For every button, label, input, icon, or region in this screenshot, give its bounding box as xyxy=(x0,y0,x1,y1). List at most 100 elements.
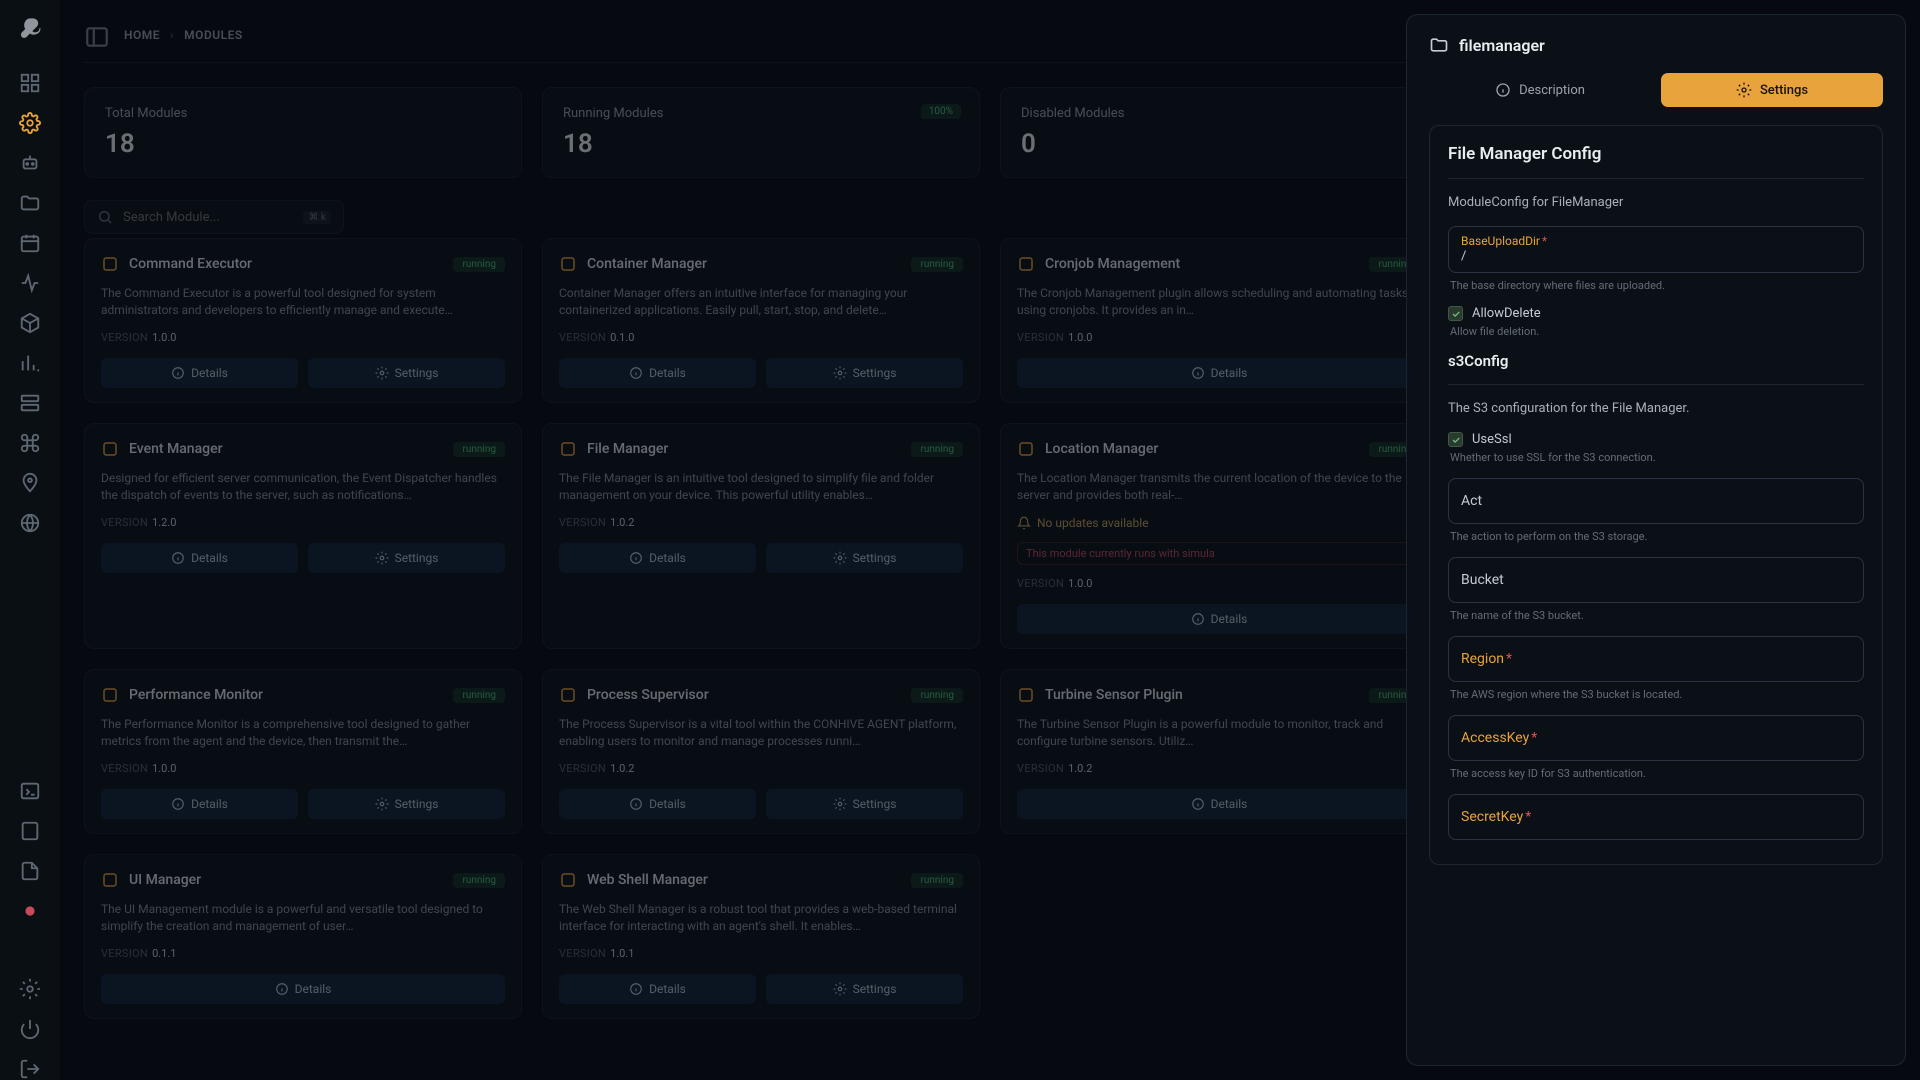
nav-document-icon[interactable] xyxy=(19,860,41,882)
settings-button[interactable]: Settings xyxy=(308,789,505,819)
module-name: Turbine Sensor Plugin xyxy=(1045,687,1359,703)
nav-robot-icon[interactable] xyxy=(19,152,41,174)
nav-chart-icon[interactable] xyxy=(19,352,41,374)
module-version: VERSION1.0.0 xyxy=(101,331,505,344)
checkbox-usessl[interactable]: UseSsl xyxy=(1448,432,1864,447)
module-name: Container Manager xyxy=(587,256,901,272)
nav-server-icon[interactable] xyxy=(19,392,41,414)
module-version: VERSION1.0.0 xyxy=(101,762,505,775)
field-secretkey[interactable]: SecretKey* xyxy=(1448,794,1864,840)
settings-button[interactable]: Settings xyxy=(766,974,963,1004)
details-button[interactable]: Details xyxy=(1017,789,1421,819)
sidebar-toggle-icon[interactable] xyxy=(84,24,110,46)
module-version: VERSION1.0.2 xyxy=(559,516,963,529)
settings-button[interactable]: Settings xyxy=(766,358,963,388)
nav-settings-icon[interactable] xyxy=(19,978,41,1000)
settings-button[interactable]: Settings xyxy=(308,543,505,573)
module-card: Cronjob Management running The Cronjob M… xyxy=(1000,238,1438,403)
drawer-tabs: Description Settings xyxy=(1429,73,1883,107)
status-badge: 100% xyxy=(921,104,961,119)
nav-terminal-icon[interactable] xyxy=(19,780,41,802)
chevron-right-icon: › xyxy=(170,28,174,42)
field-act[interactable]: Act xyxy=(1448,478,1864,524)
module-name: File Manager xyxy=(587,441,901,457)
settings-button[interactable]: Settings xyxy=(766,789,963,819)
sidebar-rail xyxy=(0,0,60,1080)
details-button[interactable]: Details xyxy=(101,358,298,388)
module-description: The UI Management module is a powerful a… xyxy=(101,901,505,935)
details-button[interactable]: Details xyxy=(101,789,298,819)
nav-activity-icon[interactable] xyxy=(19,272,41,294)
no-update-notice: No updates available xyxy=(1017,516,1421,530)
module-name: Command Executor xyxy=(129,256,443,272)
nav-command-icon[interactable] xyxy=(19,432,41,454)
breadcrumb-modules[interactable]: MODULES xyxy=(184,28,243,42)
nav-logout-icon[interactable] xyxy=(19,1058,41,1080)
module-icon xyxy=(101,440,119,458)
module-name: Web Shell Manager xyxy=(587,872,901,888)
breadcrumb-home[interactable]: HOME xyxy=(124,28,160,42)
nav-cube-icon[interactable] xyxy=(19,312,41,334)
details-button[interactable]: Details xyxy=(1017,358,1421,388)
settings-button[interactable]: Settings xyxy=(308,358,505,388)
module-version: VERSION0.1.0 xyxy=(559,331,963,344)
field-region[interactable]: Region* xyxy=(1448,636,1864,682)
drawer-header: filemanager xyxy=(1429,35,1883,55)
module-icon xyxy=(1017,686,1035,704)
nav-location-icon[interactable] xyxy=(19,472,41,494)
module-description: The Location Manager transmits the curre… xyxy=(1017,470,1421,504)
module-description: The File Manager is an intuitive tool de… xyxy=(559,470,963,504)
nav-device-icon[interactable] xyxy=(19,820,41,842)
details-button[interactable]: Details xyxy=(559,789,756,819)
module-name: Process Supervisor xyxy=(587,687,901,703)
module-name: UI Manager xyxy=(129,872,443,888)
nav-globe-icon[interactable] xyxy=(19,512,41,534)
details-button[interactable]: Details xyxy=(101,974,505,1004)
module-card: Command Executor running The Command Exe… xyxy=(84,238,522,403)
module-card: Performance Monitor running The Performa… xyxy=(84,669,522,834)
module-version: VERSION1.2.0 xyxy=(101,516,505,529)
module-icon xyxy=(101,871,119,889)
drawer-panel: File Manager Config ModuleConfig for Fil… xyxy=(1429,125,1883,865)
gear-icon xyxy=(1736,82,1752,98)
status-badge: running xyxy=(453,688,505,703)
module-icon xyxy=(101,686,119,704)
nav-record-icon[interactable] xyxy=(19,900,41,922)
module-name: Performance Monitor xyxy=(129,687,443,703)
field-bucket[interactable]: Bucket xyxy=(1448,557,1864,603)
search-icon xyxy=(97,209,113,225)
module-description: Designed for efficient server communicat… xyxy=(101,470,505,504)
module-icon xyxy=(559,871,577,889)
field-baseuploaddir[interactable]: BaseUploadDir* / xyxy=(1448,226,1864,273)
nav-dashboard-icon[interactable] xyxy=(19,72,41,94)
details-button[interactable]: Details xyxy=(101,543,298,573)
status-badge: running xyxy=(911,257,963,272)
details-button[interactable]: Details xyxy=(559,543,756,573)
nav-calendar-icon[interactable] xyxy=(19,232,41,254)
nav-folder-icon[interactable] xyxy=(19,192,41,214)
nav-modules-icon[interactable] xyxy=(19,112,41,134)
details-button[interactable]: Details xyxy=(559,358,756,388)
settings-button[interactable]: Settings xyxy=(766,543,963,573)
checkbox-allowdelete[interactable]: AllowDelete xyxy=(1448,306,1864,321)
details-button[interactable]: Details xyxy=(559,974,756,1004)
search-input[interactable] xyxy=(123,210,293,225)
check-icon xyxy=(1448,306,1463,321)
tab-settings[interactable]: Settings xyxy=(1661,73,1883,107)
field-accesskey[interactable]: AccessKey* xyxy=(1448,715,1864,761)
status-badge: running xyxy=(911,873,963,888)
module-warning: This module currently runs with simula xyxy=(1017,542,1421,565)
search-input-wrap[interactable]: ⌘ k xyxy=(84,200,344,234)
tab-description[interactable]: Description xyxy=(1429,73,1651,107)
module-card: Web Shell Manager running The Web Shell … xyxy=(542,854,980,1019)
module-description: The Performance Monitor is a comprehensi… xyxy=(101,716,505,750)
details-button[interactable]: Details xyxy=(1017,604,1421,634)
module-version: VERSION1.0.1 xyxy=(559,947,963,960)
s3config-heading: s3Config xyxy=(1448,352,1864,370)
module-description: The Turbine Sensor Plugin is a powerful … xyxy=(1017,716,1421,750)
breadcrumb: HOME › MODULES xyxy=(124,28,243,42)
module-icon xyxy=(559,255,577,273)
module-version: VERSION0.1.1 xyxy=(101,947,505,960)
nav-power-icon[interactable] xyxy=(19,1018,41,1040)
hint-bucket: The name of the S3 bucket. xyxy=(1448,609,1864,622)
